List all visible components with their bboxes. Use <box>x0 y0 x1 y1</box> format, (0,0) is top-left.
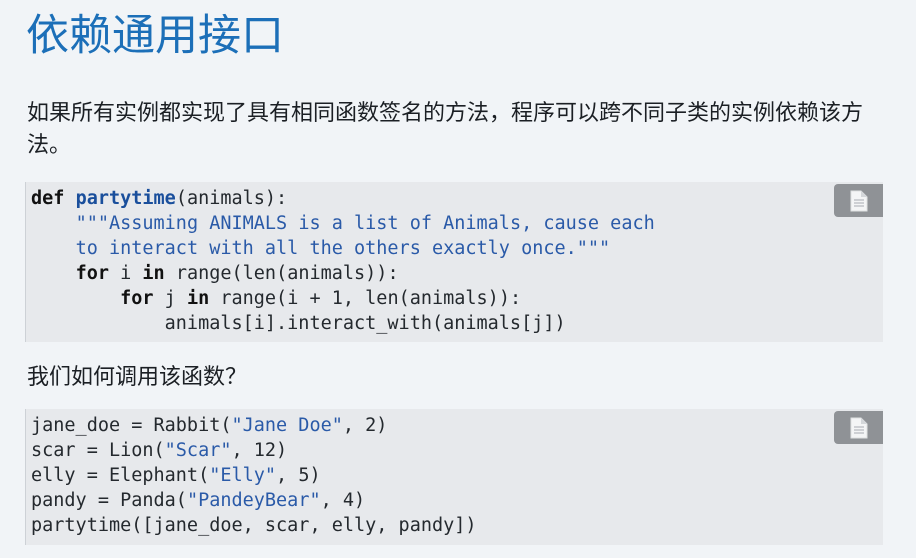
code-line: elly = Elephant("Elly", 5) <box>31 465 321 486</box>
code-content[interactable]: def partytime(animals): """Assuming ANIM… <box>26 182 883 336</box>
code-line: pandy = Panda("PandeyBear", 4) <box>31 490 365 511</box>
code-string: "Elly" <box>209 465 277 486</box>
intro-paragraph: 如果所有实例都实现了具有相同函数签名的方法，程序可以跨不同子类的实例依赖该方法。 <box>27 101 864 158</box>
question-text: 我们如何调用该函数？ <box>27 365 248 390</box>
code-token: i <box>108 263 143 284</box>
copy-code-button[interactable] <box>834 184 883 217</box>
code-line: def partytime(animals): <box>31 188 287 209</box>
code-string: """Assuming ANIMALS is a list of Animals… <box>75 213 655 234</box>
code-block-call-example[interactable]: jane_doe = Rabbit("Jane Doe", 2) scar = … <box>25 409 883 545</box>
code-block-partytime[interactable]: def partytime(animals): """Assuming ANIM… <box>25 182 883 342</box>
code-line: animals[i].interact_with(animals[j]) <box>31 313 566 334</box>
code-token: jane_doe = Rabbit( <box>31 415 232 436</box>
code-token: (animals): <box>175 188 288 209</box>
code-token: , 12) <box>231 440 288 461</box>
code-keyword: for <box>120 288 154 309</box>
code-keyword: in <box>186 288 210 309</box>
code-string: to interact with all the others exactly … <box>75 238 611 259</box>
code-keyword: def <box>31 188 65 209</box>
code-token: , 5) <box>276 465 321 486</box>
code-token: , 2) <box>342 415 388 436</box>
page-title: 依赖通用接口 <box>26 11 284 61</box>
code-token: elly = Elephant( <box>31 465 210 486</box>
code-line: scar = Lion("Scar", 12) <box>31 440 287 461</box>
code-line: jane_doe = Rabbit("Jane Doe", 2) <box>31 415 387 436</box>
code-token: partytime([jane_doe, scar, elly, pandy]) <box>31 515 477 536</box>
code-token: animals[i].interact_with(animals[j]) <box>31 313 566 334</box>
code-token: scar = Lion( <box>31 440 165 461</box>
code-token: range(len(animals)): <box>164 263 399 284</box>
code-content[interactable]: jane_doe = Rabbit("Jane Doe", 2) scar = … <box>26 409 883 538</box>
code-string: "Scar" <box>164 440 232 461</box>
code-token: j <box>153 288 187 309</box>
code-string: "Jane Doe" <box>231 415 343 436</box>
copy-document-icon <box>850 190 867 211</box>
code-line: for j in range(i + 1, len(animals)): <box>31 288 521 309</box>
code-token: , 4) <box>320 490 366 511</box>
code-line: """Assuming ANIMALS is a list of Animals… <box>31 213 655 234</box>
code-keyword: in <box>142 263 165 284</box>
code-function-name: partytime <box>75 188 176 209</box>
code-token: pandy = Panda( <box>31 490 187 511</box>
code-line: for i in range(len(animals)): <box>31 263 399 284</box>
code-line: partytime([jane_doe, scar, elly, pandy]) <box>31 515 477 536</box>
code-token: range(i + 1, len(animals)): <box>209 288 522 309</box>
copy-code-button[interactable] <box>834 411 883 444</box>
code-string: "PandeyBear" <box>186 490 321 511</box>
copy-document-icon <box>850 417 867 438</box>
code-keyword: for <box>75 263 109 284</box>
code-line: to interact with all the others exactly … <box>31 238 611 259</box>
